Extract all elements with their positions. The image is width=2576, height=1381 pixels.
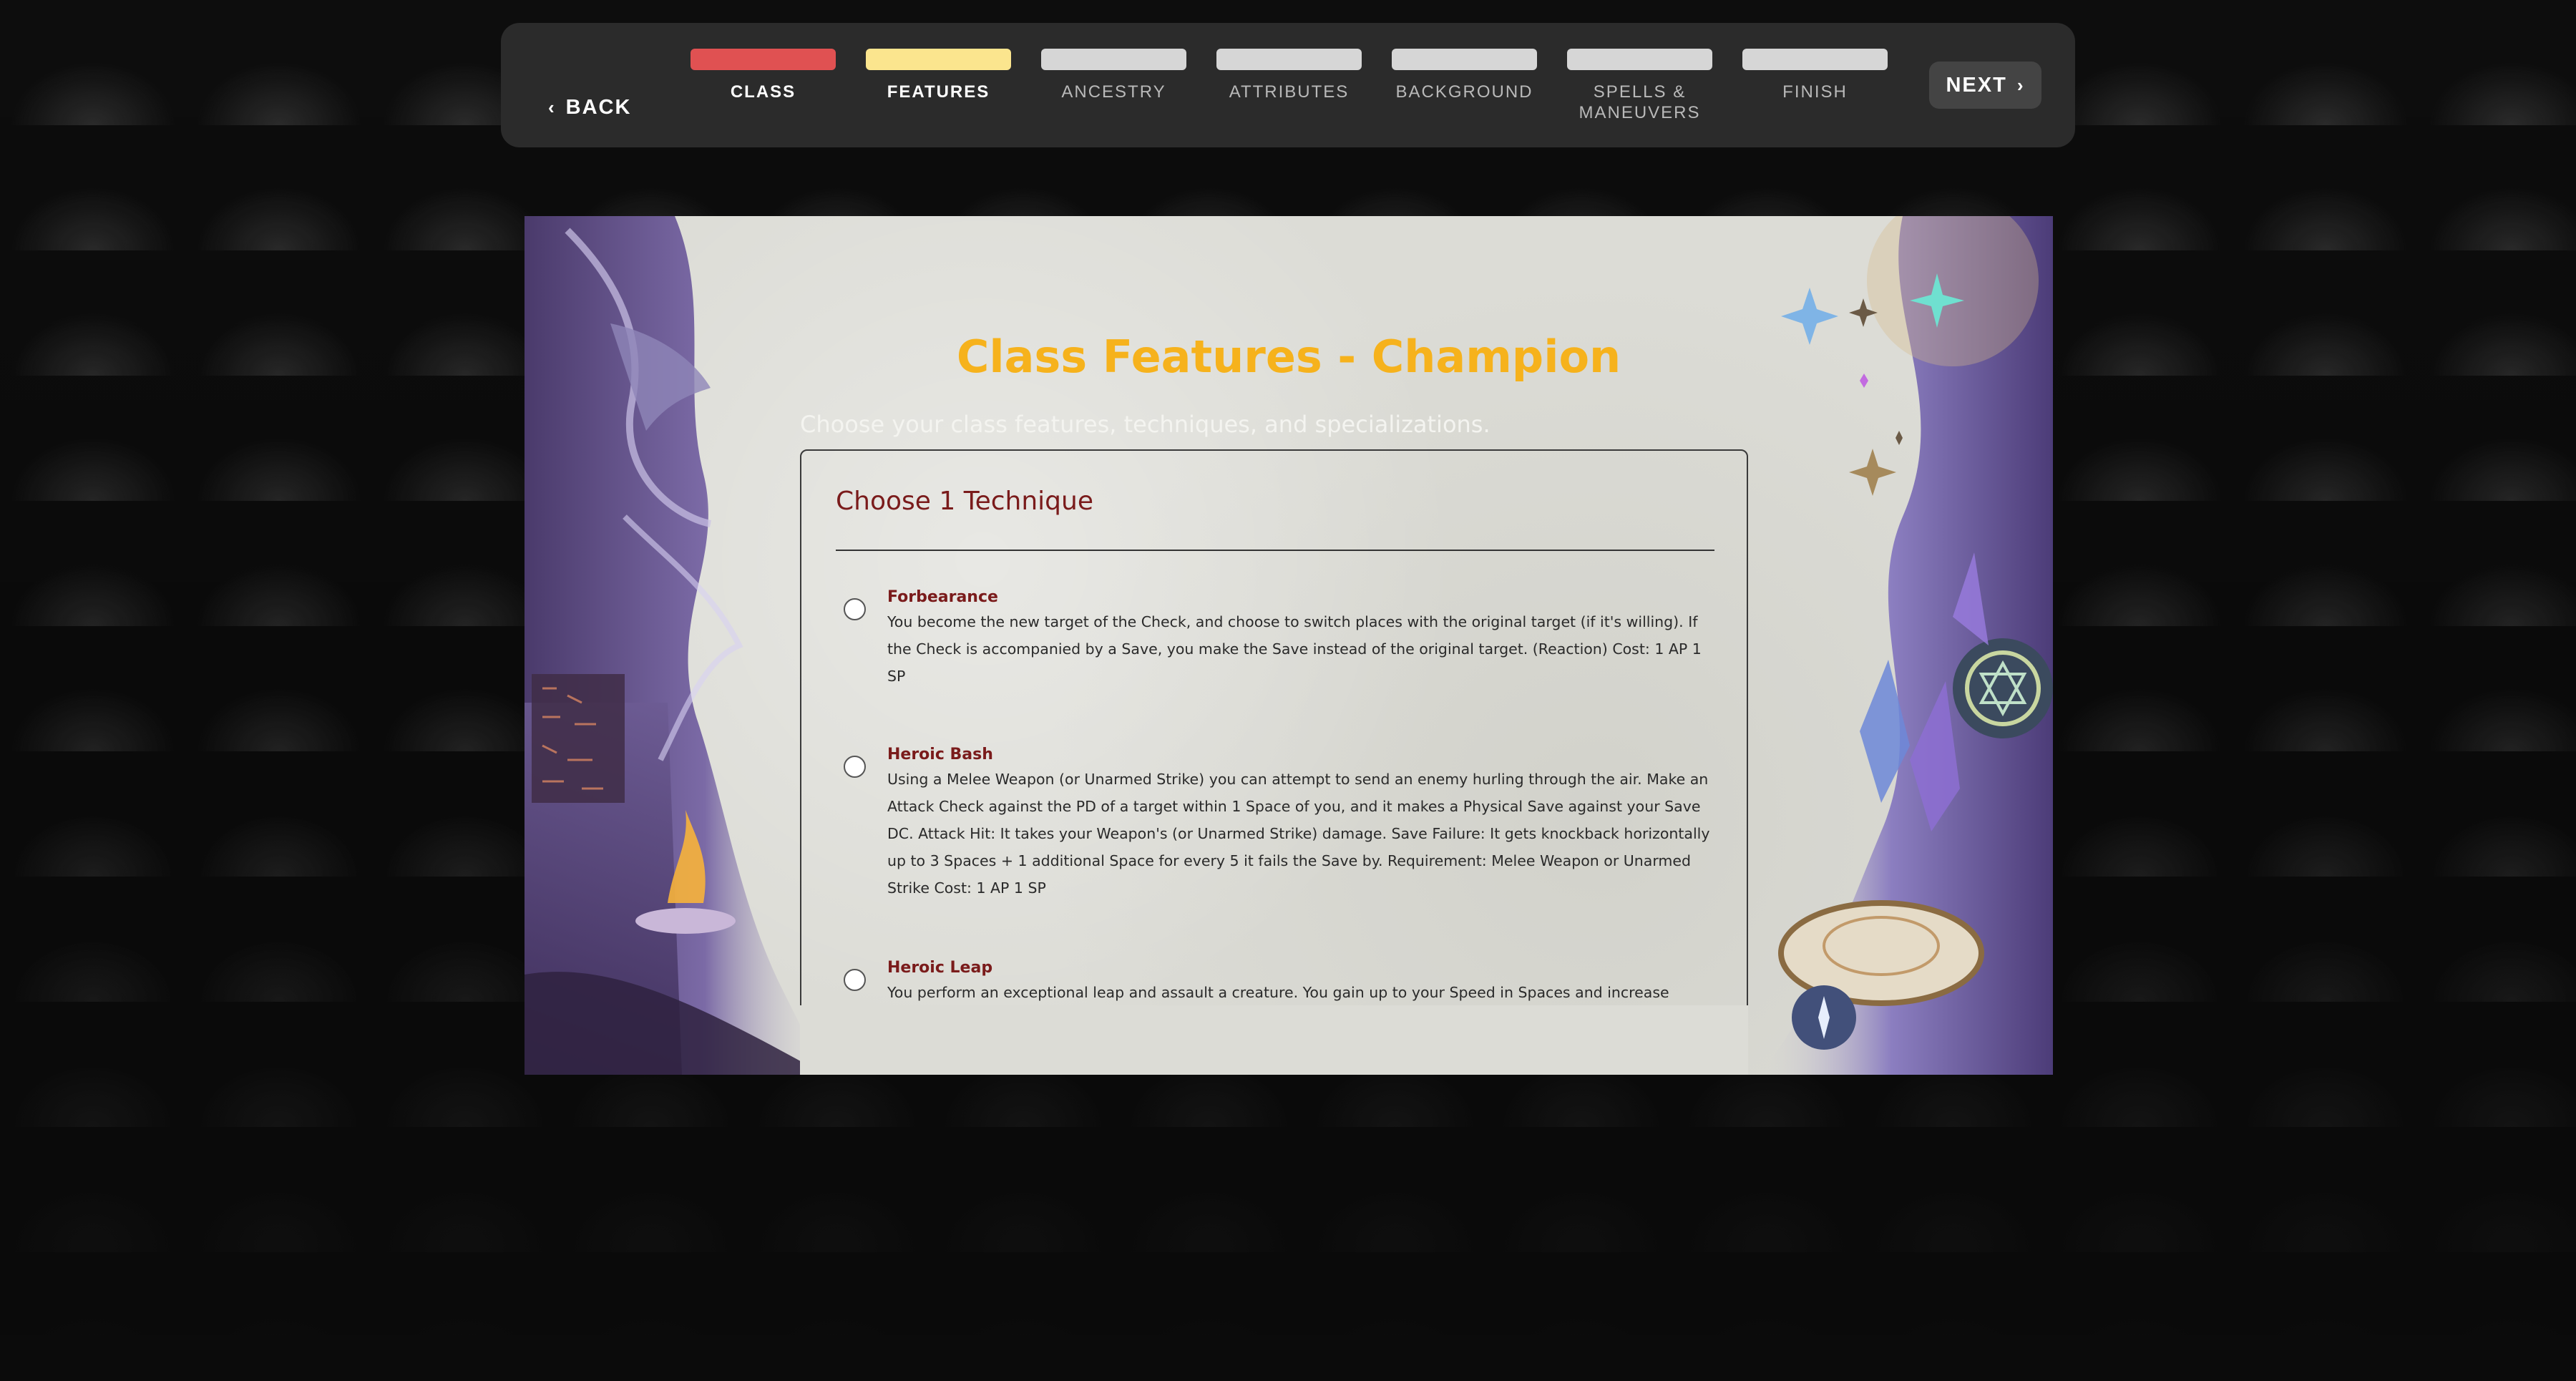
page-title: Class Features - Champion xyxy=(956,331,1621,383)
step-features[interactable]: FEATURES xyxy=(866,49,1011,102)
step-progress-bar xyxy=(1742,49,1888,70)
option-text: Forbearance You become the new target of… xyxy=(887,587,1717,690)
step-label: ATTRIBUTES xyxy=(1229,82,1350,102)
step-class[interactable]: CLASS xyxy=(691,49,836,102)
option-name: Heroic Bash xyxy=(887,746,993,763)
step-progress-bar xyxy=(866,49,1011,70)
page-subtitle: Choose your class features, techniques, … xyxy=(800,411,1491,438)
step-navigation: ‹ BACK CLASS FEATURES ANCESTRY ATTRIBUTE… xyxy=(501,23,2075,147)
back-label: BACK xyxy=(565,95,632,119)
step-label: CLASS xyxy=(730,82,796,102)
step-ancestry[interactable]: ANCESTRY xyxy=(1041,49,1186,102)
technique-panel: Choose 1 Technique Forbearance You becom… xyxy=(800,449,1748,1075)
option-name: Heroic Leap xyxy=(887,959,993,977)
step-label: FEATURES xyxy=(887,82,990,102)
step-progress-bar xyxy=(1567,49,1712,70)
option-name: Forbearance xyxy=(887,588,998,606)
chevron-left-icon: ‹ xyxy=(548,97,556,118)
scroll-clip xyxy=(800,1005,1748,1075)
step-progress-bar xyxy=(1392,49,1537,70)
next-label: NEXT xyxy=(1946,73,2007,97)
step-progress-bar xyxy=(1041,49,1186,70)
step-label: SPELLS & MANEUVERS xyxy=(1579,82,1701,122)
step-finish[interactable]: FINISH xyxy=(1742,49,1888,102)
divider xyxy=(836,550,1714,551)
panel-title: Choose 1 Technique xyxy=(836,487,1093,516)
step-spells-maneuvers[interactable]: SPELLS & MANEUVERS xyxy=(1567,49,1712,123)
option-text: Heroic Leap You perform an exceptional l… xyxy=(887,957,1717,1006)
option-description: Using a Melee Weapon (or Unarmed Strike)… xyxy=(887,771,1710,897)
step-progress-bar xyxy=(691,49,836,70)
radio-button[interactable] xyxy=(844,756,866,778)
step-progress-bar xyxy=(1216,49,1362,70)
step-label: ANCESTRY xyxy=(1061,82,1166,102)
radio-button[interactable] xyxy=(844,598,866,620)
features-card: Class Features - Champion Choose your cl… xyxy=(525,216,2053,1075)
step-background[interactable]: BACKGROUND xyxy=(1392,49,1537,102)
option-description: You become the new target of the Check, … xyxy=(887,613,1702,685)
option-text: Heroic Bash Using a Melee Weapon (or Una… xyxy=(887,744,1717,902)
step-label: FINISH xyxy=(1782,82,1848,102)
back-button[interactable]: ‹ BACK xyxy=(548,92,631,122)
chevron-right-icon: › xyxy=(2016,74,2025,96)
step-label: BACKGROUND xyxy=(1395,82,1533,102)
bottom-strip xyxy=(0,1335,2576,1381)
step-attributes[interactable]: ATTRIBUTES xyxy=(1216,49,1362,102)
next-button[interactable]: NEXT › xyxy=(1929,62,2041,109)
option-description: You perform an exceptional leap and assa… xyxy=(887,984,1669,1001)
radio-button[interactable] xyxy=(844,969,866,991)
